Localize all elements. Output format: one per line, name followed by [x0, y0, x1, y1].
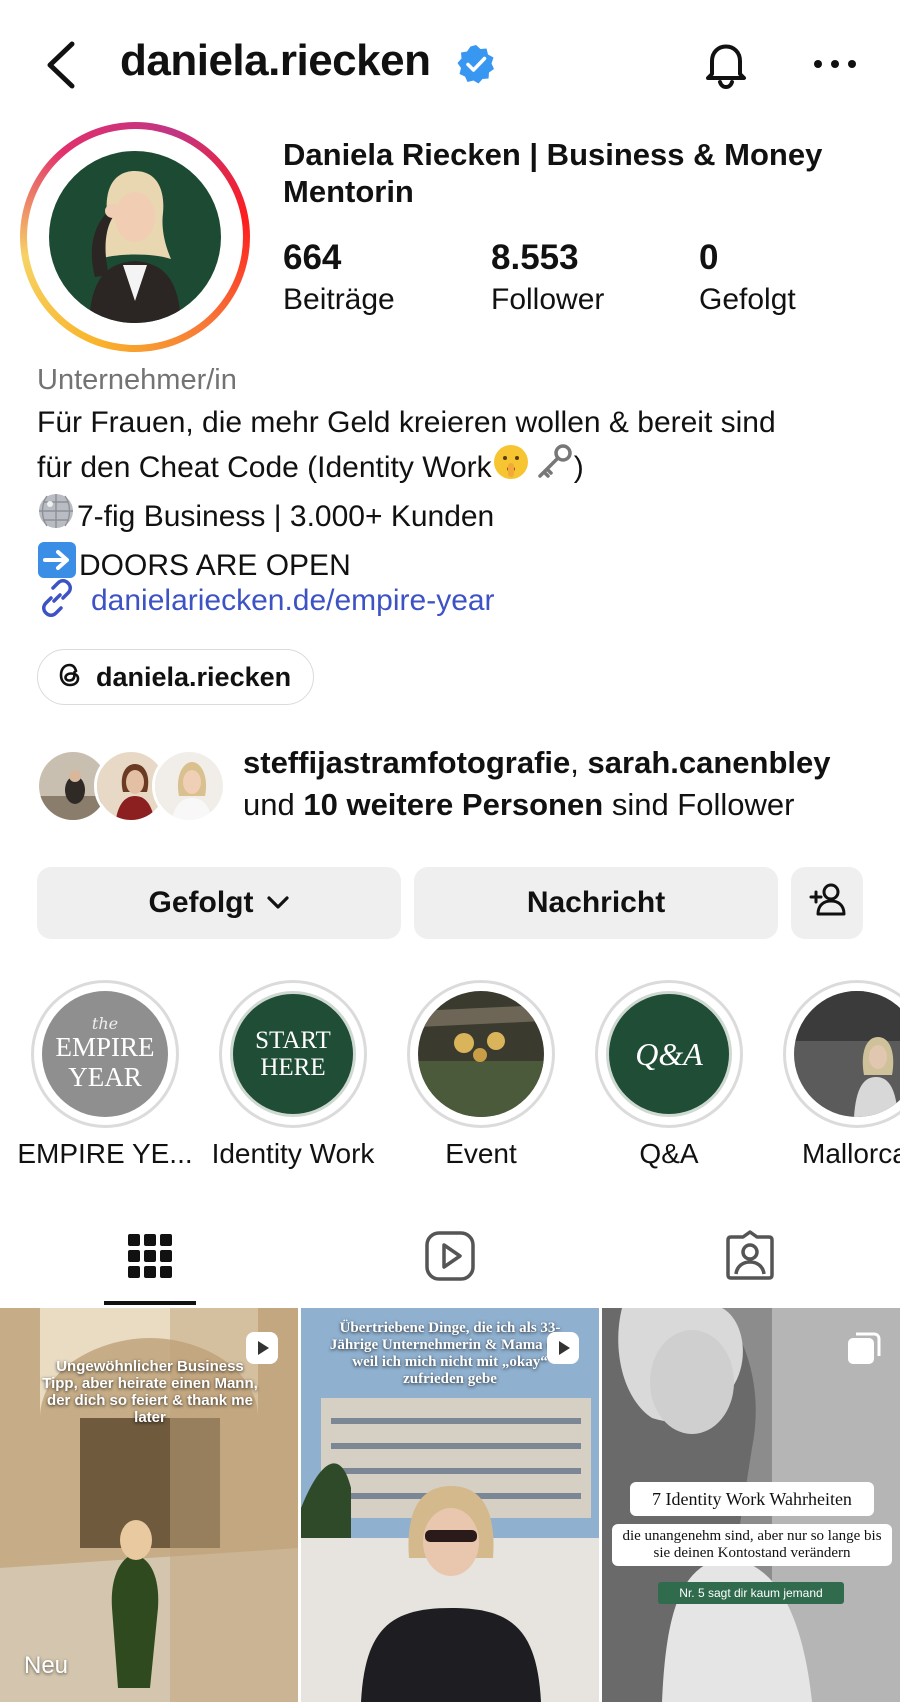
- profile-avatar-story-ring[interactable]: [20, 122, 250, 352]
- profile-full-name: Daniela Riecken | Business & Money Mento…: [283, 137, 823, 209]
- post-thumbnail[interactable]: 7 Identity Work Wahrheiten die unangeneh…: [602, 1308, 900, 1702]
- profile-avatar: [49, 151, 221, 323]
- post-thumbnail[interactable]: Ungewöhnlicher Business Tipp, aber heira…: [0, 1308, 298, 1702]
- mutual-follower-avatar: [152, 749, 226, 823]
- mirror-ball-icon: [37, 492, 75, 541]
- highlight-label: Q&A: [639, 1138, 699, 1169]
- grid-icon: [128, 1233, 172, 1283]
- bio-text: 7-fig Business | 3.000+ Kunden: [77, 500, 495, 533]
- highlight-cover: the EMPIRE YEAR: [42, 991, 168, 1117]
- tab-posts-grid[interactable]: [0, 1210, 300, 1306]
- separator-text: ,: [570, 745, 579, 780]
- highlight-label: Identity Work: [211, 1138, 375, 1169]
- highlight-cover: [794, 991, 900, 1117]
- mutual-followers-avatars[interactable]: [36, 749, 226, 823]
- profile-bio: Für Frauen, die mehr Geld kreieren wolle…: [37, 402, 887, 590]
- highlight-cover-text: the: [91, 1014, 119, 1033]
- highlight-label: Mallorca: [802, 1138, 900, 1169]
- post-title: 7 Identity Work Wahrheiten: [630, 1482, 874, 1516]
- mutual-follower-name: sarah.canenbley: [587, 745, 831, 780]
- post-thumbnail[interactable]: Übertriebene Dinge, die ich als 33-Jähri…: [301, 1308, 599, 1702]
- post-subtitle: die unangenehm sind, aber nur so lange b…: [612, 1524, 892, 1566]
- stat-label: Beiträge: [283, 283, 395, 316]
- story-highlight[interactable]: the EMPIRE YEAR EMPIRE YE...: [17, 980, 193, 1169]
- posts-count-stat[interactable]: 664 Beiträge: [283, 236, 395, 320]
- profile-username: daniela.riecken: [120, 36, 431, 85]
- story-highlight[interactable]: Q&A Q&A: [594, 980, 744, 1169]
- stat-value: 8.553: [491, 238, 579, 277]
- following-button-label: Gefolgt: [148, 886, 254, 919]
- old-key-icon: [534, 443, 574, 492]
- highlight-label: EMPIRE YE...: [17, 1138, 193, 1169]
- verified-badge-icon: [456, 44, 496, 84]
- bio-text: für den Cheat Code (Identity Work: [37, 451, 492, 484]
- mutual-followers-text[interactable]: steffijastramfotografie, sarah.canenbley…: [243, 742, 893, 826]
- reels-icon: [424, 1230, 476, 1287]
- mutual-others-count: 10 weitere Personen: [303, 787, 604, 822]
- threads-profile-chip[interactable]: daniela.riecken: [37, 649, 315, 705]
- reel-icon: [545, 1330, 581, 1366]
- highlight-label: Event: [445, 1138, 517, 1169]
- stat-value: 664: [283, 238, 342, 277]
- mutual-text: sind Follower: [611, 787, 795, 822]
- active-tab-indicator: [104, 1301, 196, 1305]
- profile-link[interactable]: danielariecken.de/empire-year: [37, 578, 495, 623]
- highlight-cover-text: Q&A: [635, 1035, 703, 1072]
- chevron-down-icon: [266, 895, 290, 911]
- suggested-people-button[interactable]: [791, 867, 863, 939]
- highlight-cover-text: EMPIRE YEAR: [55, 1032, 155, 1092]
- new-post-badge: Neu: [24, 1652, 69, 1679]
- stat-label: Gefolgt: [699, 283, 796, 316]
- following-button[interactable]: Gefolgt: [37, 867, 401, 939]
- tab-tagged[interactable]: [600, 1210, 900, 1306]
- top-bar: daniela.riecken: [0, 0, 900, 130]
- threads-handle: daniela.riecken: [96, 661, 292, 692]
- story-highlight[interactable]: START HERE Identity Work: [212, 980, 374, 1169]
- threads-icon: [56, 661, 84, 694]
- mutual-follower-name: steffijastramfotografie: [243, 745, 571, 780]
- back-arrow-icon[interactable]: [40, 38, 84, 92]
- highlight-cover: START HERE: [230, 991, 356, 1117]
- stat-value: 0: [699, 238, 719, 277]
- highlight-cover: [418, 991, 544, 1117]
- message-button-label: Nachricht: [526, 886, 666, 919]
- posts-grid: Ungewöhnlicher Business Tipp, aber heira…: [0, 1308, 900, 1702]
- multiple-images-icon: [846, 1330, 882, 1366]
- post-tag: Nr. 5 sagt dir kaum jemand: [658, 1582, 844, 1604]
- tagged-person-icon: [724, 1229, 776, 1287]
- profile-category: Unternehmer/in: [37, 364, 237, 396]
- tab-reels[interactable]: [300, 1210, 600, 1306]
- post-overlay-text: Ungewöhnlicher Business Tipp, aber heira…: [42, 1358, 258, 1426]
- reel-icon: [244, 1330, 280, 1366]
- add-person-icon: [807, 881, 847, 925]
- followers-count-stat[interactable]: 8.553 Follower: [491, 236, 604, 320]
- story-highlight[interactable]: Mallorca: [782, 980, 900, 1169]
- bio-text: ): [573, 451, 584, 484]
- bio-line: 7-fig Business | 3.000+ Kunden: [37, 492, 887, 541]
- post-overlay-text: Übertriebene Dinge, die ich als 33-Jähri…: [329, 1320, 571, 1387]
- shushing-face-icon: [492, 443, 530, 492]
- profile-link-text[interactable]: danielariecken.de/empire-year: [91, 584, 495, 618]
- highlight-cover: Q&A: [606, 991, 732, 1117]
- story-highlight[interactable]: Event: [406, 980, 556, 1169]
- bio-text: Für Frauen, die mehr Geld kreieren wolle…: [37, 406, 776, 439]
- link-icon: [37, 578, 77, 623]
- message-button[interactable]: Nachricht: [414, 867, 778, 939]
- stat-label: Follower: [491, 283, 605, 316]
- notification-bell-icon[interactable]: [698, 36, 754, 92]
- bio-line: für den Cheat Code (Identity Work ): [37, 443, 887, 492]
- following-count-stat[interactable]: 0 Gefolgt: [699, 236, 796, 320]
- more-options-icon[interactable]: [810, 44, 860, 84]
- mutual-text: und: [243, 787, 295, 822]
- bio-line: Für Frauen, die mehr Geld kreieren wolle…: [37, 402, 887, 443]
- highlight-cover-text: START HERE: [255, 1027, 331, 1081]
- profile-content-tabs: [0, 1210, 900, 1306]
